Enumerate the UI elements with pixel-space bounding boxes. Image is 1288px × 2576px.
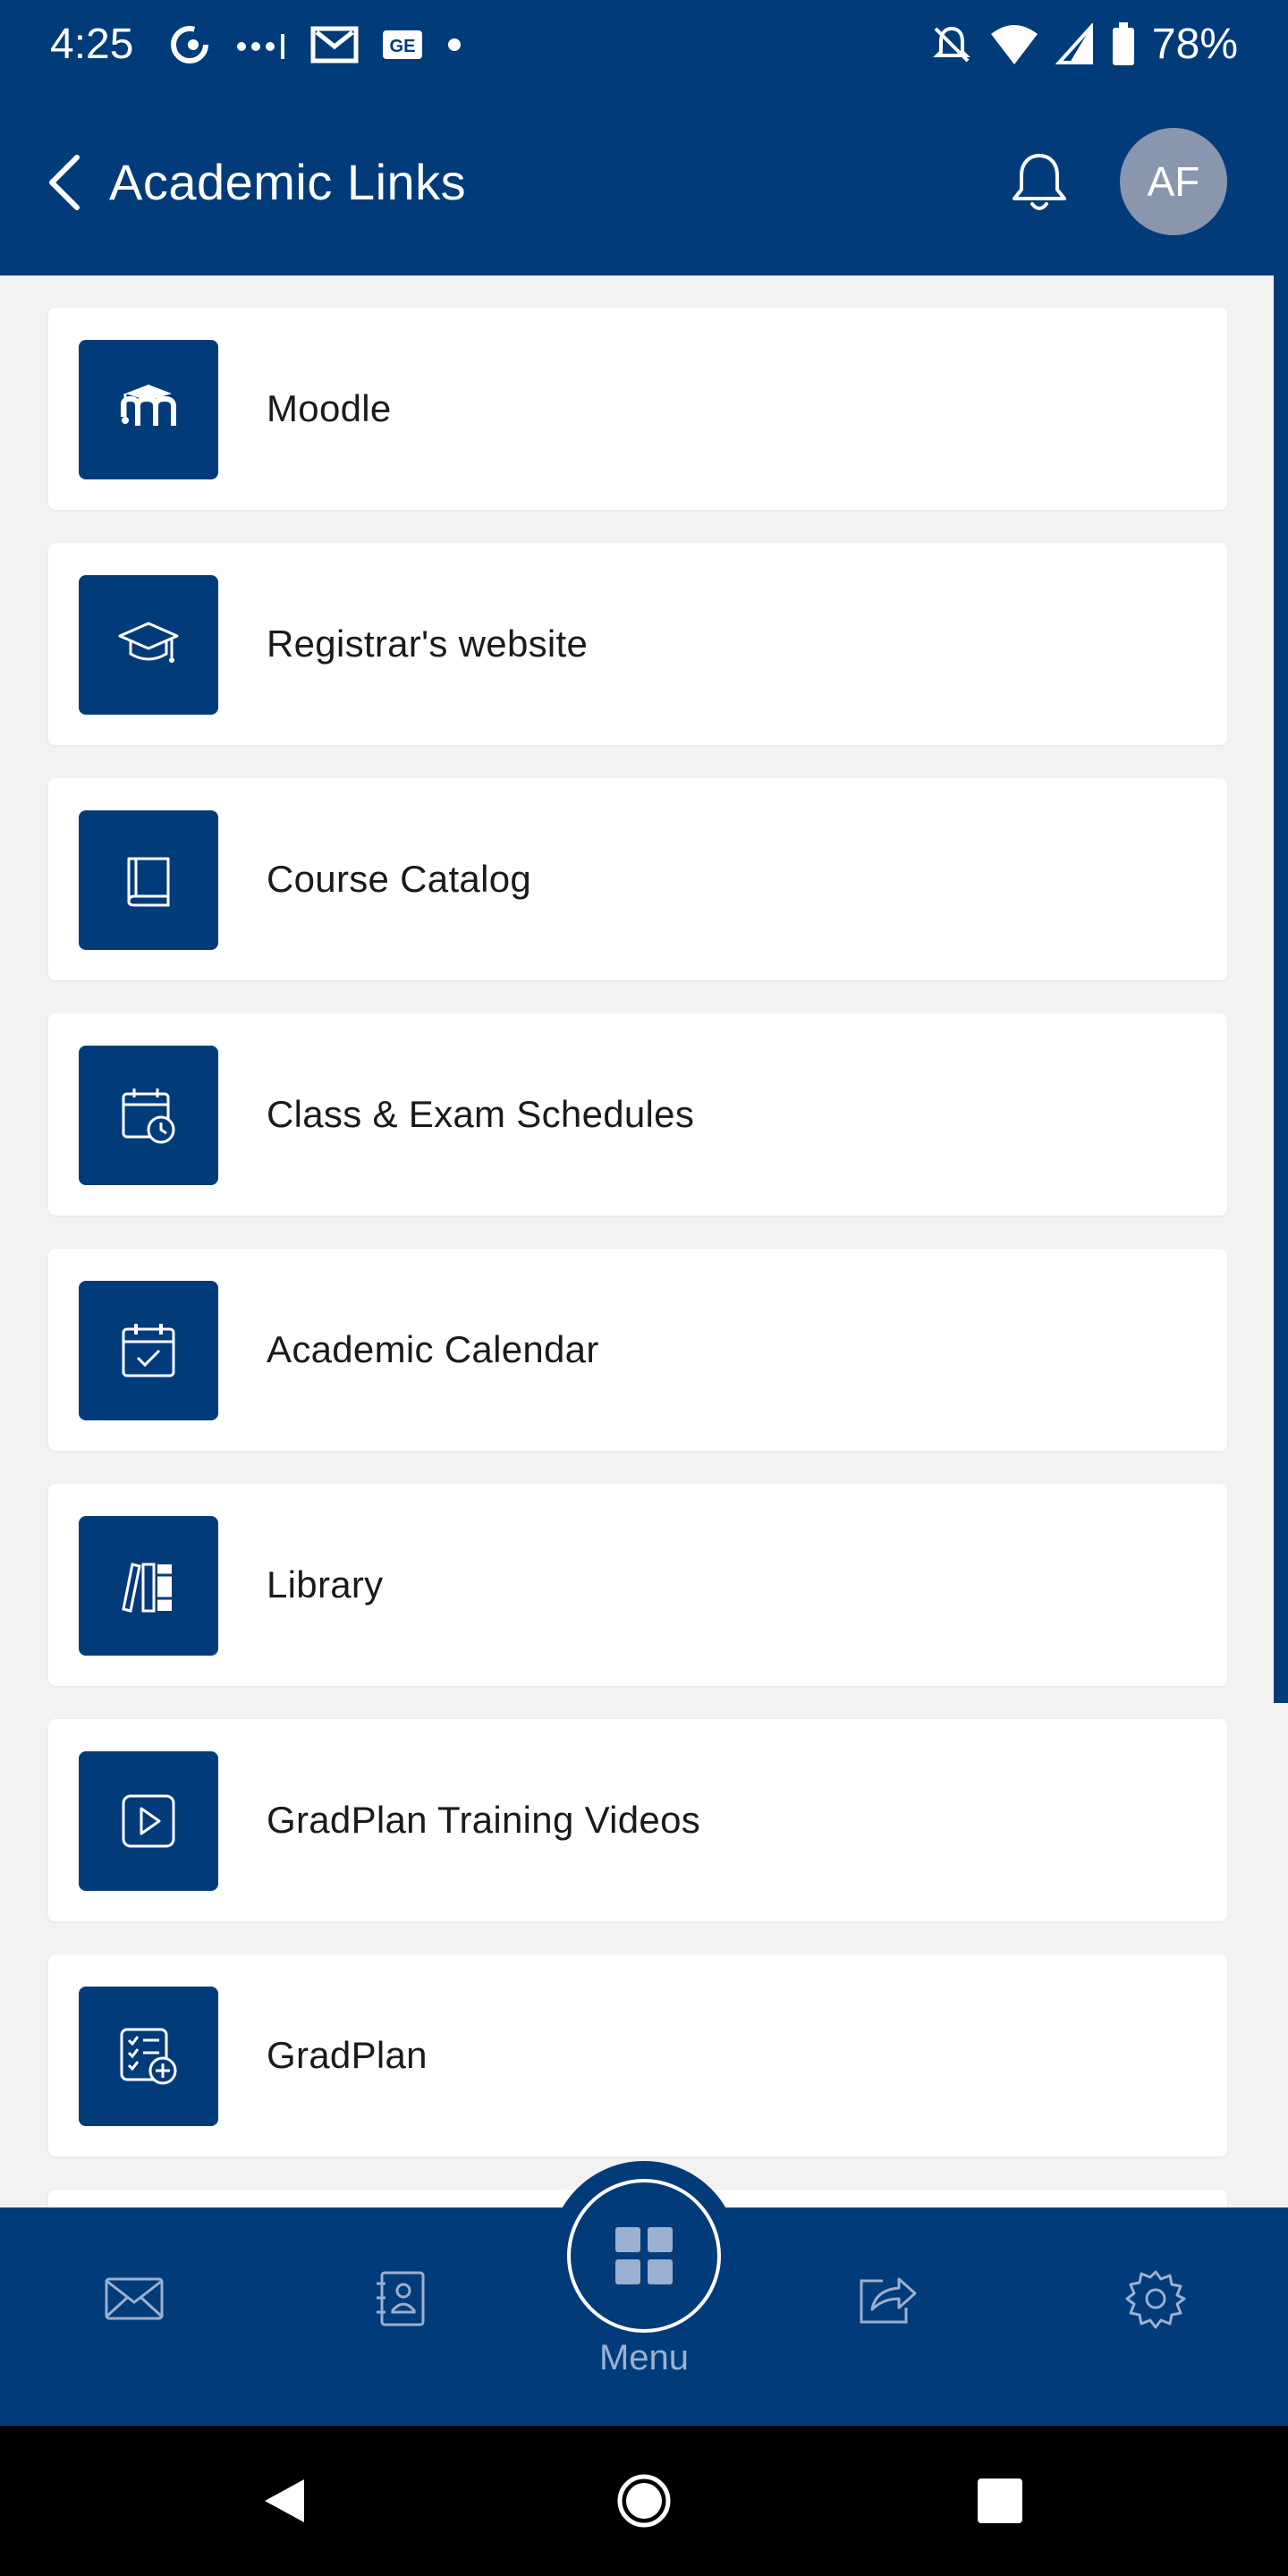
signal-dots-icon	[237, 34, 284, 59]
graduation-cap-icon	[79, 575, 218, 715]
list-item-registrar[interactable]: Registrar's website	[48, 543, 1227, 745]
calendar-clock-icon	[79, 1046, 218, 1185]
bell-icon	[1013, 154, 1066, 210]
system-home-button[interactable]	[605, 2462, 683, 2540]
list-item-label: Library	[267, 1563, 384, 1606]
list-item-library[interactable]: Library	[48, 1484, 1227, 1686]
list-item-label: Moodle	[267, 387, 392, 429]
calendar-check-icon	[79, 1281, 218, 1420]
ge-icon: GE	[383, 30, 422, 59]
status-icons-right: 78%	[930, 20, 1238, 70]
svg-text:GE: GE	[390, 37, 416, 56]
menu-grid-icon	[615, 2227, 673, 2284]
play-video-icon	[79, 1751, 218, 1891]
status-time: 4:25	[50, 21, 134, 68]
list-item-gradplan-training-videos[interactable]: GradPlan Training Videos	[48, 1719, 1227, 1921]
dot-icon	[448, 38, 461, 51]
back-button[interactable]	[36, 143, 93, 222]
avatar[interactable]: AF	[1120, 128, 1227, 235]
moodle-icon	[79, 340, 218, 479]
nav-directory-button[interactable]	[356, 2254, 445, 2343]
gmail-icon	[310, 26, 359, 64]
battery-percent: 78%	[1151, 21, 1238, 68]
system-recents-button[interactable]	[961, 2462, 1039, 2540]
list-item-label: GradPlan Training Videos	[267, 1799, 701, 1841]
notifications-button[interactable]	[1000, 143, 1079, 222]
share-icon	[860, 2277, 917, 2324]
wifi-icon	[990, 25, 1038, 64]
menu-button[interactable]	[567, 2179, 721, 2333]
list-item-label: Course Catalog	[267, 858, 532, 900]
checklist-add-icon	[79, 1987, 218, 2126]
list-item-course-catalog[interactable]: Course Catalog	[48, 778, 1227, 980]
nav-share-button[interactable]	[843, 2254, 932, 2343]
directory-icon	[377, 2271, 425, 2326]
status-bar: 4:25 GE 78%	[0, 0, 1288, 89]
scrollbar[interactable]	[1274, 275, 1288, 1703]
book-icon	[79, 810, 218, 950]
nav-settings-button[interactable]	[1111, 2254, 1200, 2343]
list-item-moodle[interactable]: Moodle	[48, 308, 1227, 510]
battery-icon	[1112, 22, 1134, 65]
list-item-label: Academic Calendar	[267, 1328, 599, 1370]
settings-icon	[1125, 2270, 1186, 2329]
nav-mail-button[interactable]	[89, 2254, 179, 2343]
app-header: Academic Links AF	[0, 89, 1288, 275]
cell-signal-icon	[1055, 23, 1093, 64]
list-item-label: Registrar's website	[267, 623, 589, 665]
system-back-button[interactable]	[245, 2462, 324, 2540]
back-triangle-icon	[265, 2479, 304, 2522]
list-item-class-exam-schedules[interactable]: Class & Exam Schedules	[48, 1013, 1227, 1216]
list-item-label: GradPlan	[267, 2034, 428, 2076]
recents-square-icon	[978, 2479, 1022, 2523]
bell-off-icon	[933, 26, 970, 63]
mail-icon	[105, 2277, 164, 2320]
status-icons-left: GE	[166, 20, 463, 70]
chevron-left-icon	[49, 155, 80, 210]
home-circle-icon	[617, 2474, 671, 2528]
page-title: Academic Links	[109, 154, 467, 210]
list-item-academic-calendar[interactable]: Academic Calendar	[48, 1249, 1227, 1451]
books-icon	[79, 1516, 218, 1656]
at-sign-icon	[171, 26, 208, 64]
list-item-gradplan[interactable]: GradPlan	[48, 1954, 1227, 2157]
menu-label: Menu	[598, 2338, 690, 2377]
academic-links-list: Moodle Registrar's website Course Catalo…	[0, 275, 1288, 2207]
list-item-label: Class & Exam Schedules	[267, 1093, 695, 1135]
